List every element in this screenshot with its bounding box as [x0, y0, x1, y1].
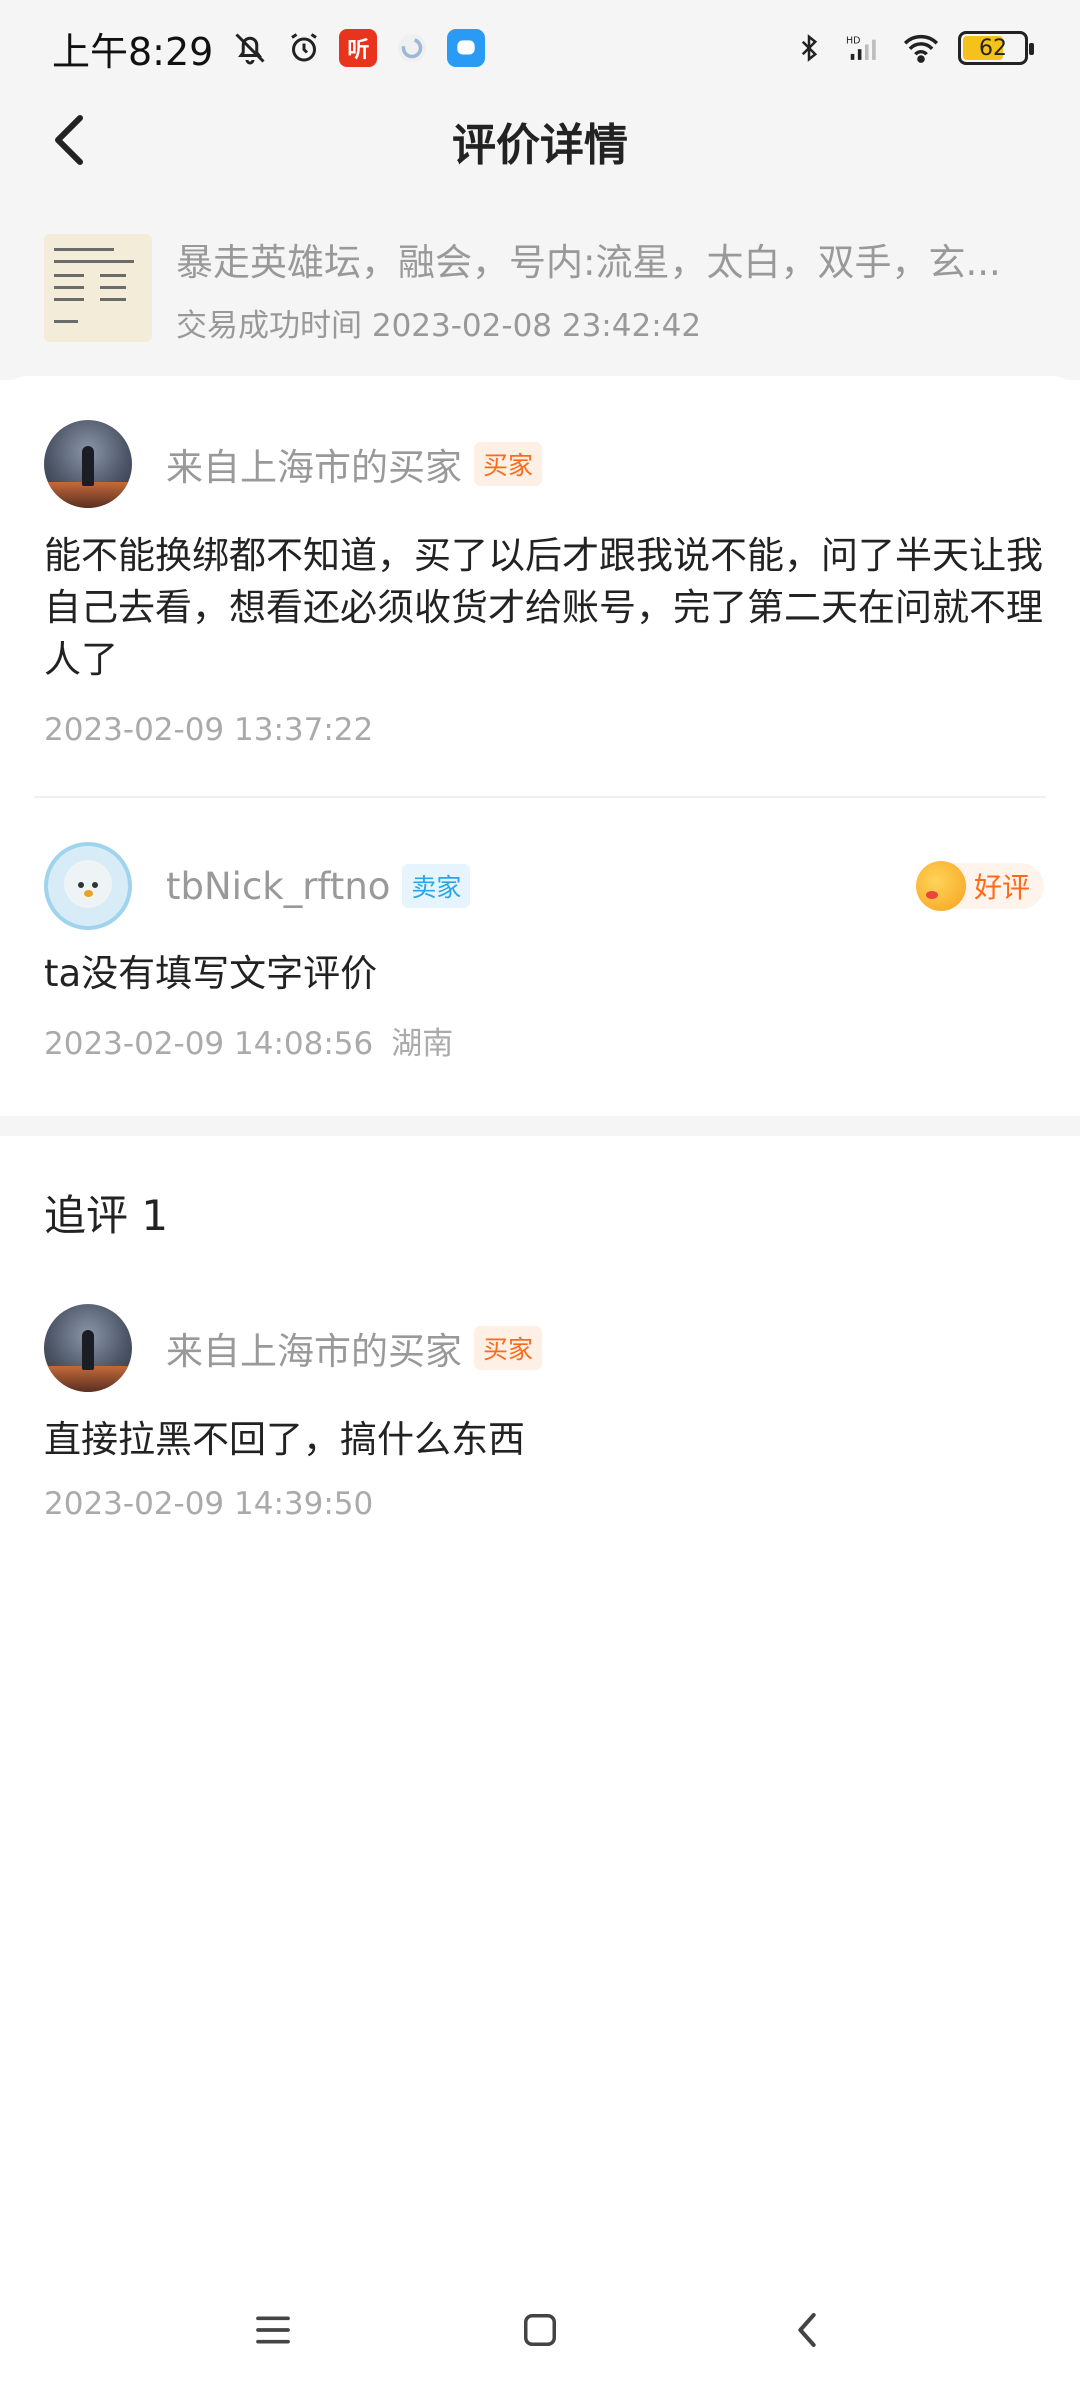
- chevron-left-icon: [55, 115, 83, 165]
- review-time: 2023-02-09 14:08:56: [44, 1026, 374, 1062]
- battery-level: 62: [979, 35, 1007, 61]
- back-icon: [797, 2313, 816, 2347]
- page-title: 评价详情: [452, 120, 628, 171]
- avatar[interactable]: [44, 420, 132, 508]
- product-title: 暴走英雄坛，融会，号内:流星，太白，双手，玄...: [176, 240, 1001, 284]
- review-text: 直接拉黑不回了，搞什么东西: [44, 1418, 525, 1461]
- review-time: 2023-02-09 13:37:22: [44, 712, 374, 748]
- mute-bell-icon: [231, 29, 269, 67]
- followup-review: 来自上海市的买家 买家 直接拉黑不回了，搞什么东西 2023-02-09 14:…: [44, 1304, 1044, 1522]
- battery-icon: 62: [958, 31, 1034, 65]
- deal-time: 交易成功时间 2023-02-08 23:42:42: [176, 307, 702, 344]
- divider: [34, 796, 1046, 798]
- status-bar: 上午8:29 听 HD 62: [0, 0, 1080, 96]
- buyer-tag: 买家: [474, 1326, 543, 1370]
- seller-review: tbNick_rftno 卖家 好评 ta没有填写文字评价 2023-02-09…: [44, 842, 1044, 1063]
- menu-button[interactable]: [243, 2300, 303, 2360]
- back-nav-button[interactable]: [777, 2300, 837, 2360]
- rating-label: 好评: [973, 871, 1030, 904]
- back-button[interactable]: [40, 110, 100, 170]
- home-button[interactable]: [510, 2300, 570, 2360]
- page-header: 评价详情: [0, 96, 1080, 186]
- wifi-icon: [902, 29, 940, 67]
- hd-signal-icon: HD: [846, 29, 884, 67]
- ting-app-icon: 听: [339, 29, 378, 67]
- avatar[interactable]: [44, 1304, 132, 1392]
- loading-app-icon: [393, 29, 431, 67]
- home-icon: [523, 2314, 556, 2346]
- message-app-icon: [447, 29, 486, 67]
- product-thumbnail[interactable]: [44, 234, 152, 342]
- svg-text:HD: HD: [846, 35, 860, 46]
- user-name: 来自上海市的买家: [166, 1330, 462, 1373]
- buyer-tag: 买家: [474, 442, 543, 486]
- alarm-icon: [285, 29, 323, 67]
- section-gap: [0, 1116, 1080, 1136]
- review-text: ta没有填写文字评价: [44, 952, 378, 995]
- menu-icon: [256, 2316, 291, 2344]
- rating-badge: 好评: [915, 861, 1044, 911]
- smile-face-icon: [915, 861, 966, 911]
- bluetooth-icon: [790, 29, 828, 67]
- buyer-review: 来自上海市的买家 买家 能不能换绑都不知道，买了以后才跟我说不能，问了半天让我自…: [44, 420, 1044, 748]
- user-name: tbNick_rftno: [166, 864, 391, 908]
- status-time: 上午8:29: [52, 29, 214, 74]
- review-text: 能不能换绑都不知道，买了以后才跟我说不能，问了半天让我自己去看，想看还必须收货才…: [44, 534, 1043, 681]
- avatar[interactable]: [44, 842, 132, 930]
- product-summary[interactable]: 暴走英雄坛，融会，号内:流星，太白，双手，玄... 交易成功时间 2023-02…: [44, 232, 1044, 344]
- review-time: 2023-02-09 14:39:50: [44, 1486, 374, 1522]
- review-location: 湖南: [391, 1026, 454, 1062]
- followup-title: 追评 1: [44, 1191, 169, 1240]
- system-nav-bar: [0, 2290, 1080, 2370]
- seller-tag: 卖家: [402, 864, 471, 908]
- user-name: 来自上海市的买家: [166, 446, 462, 489]
